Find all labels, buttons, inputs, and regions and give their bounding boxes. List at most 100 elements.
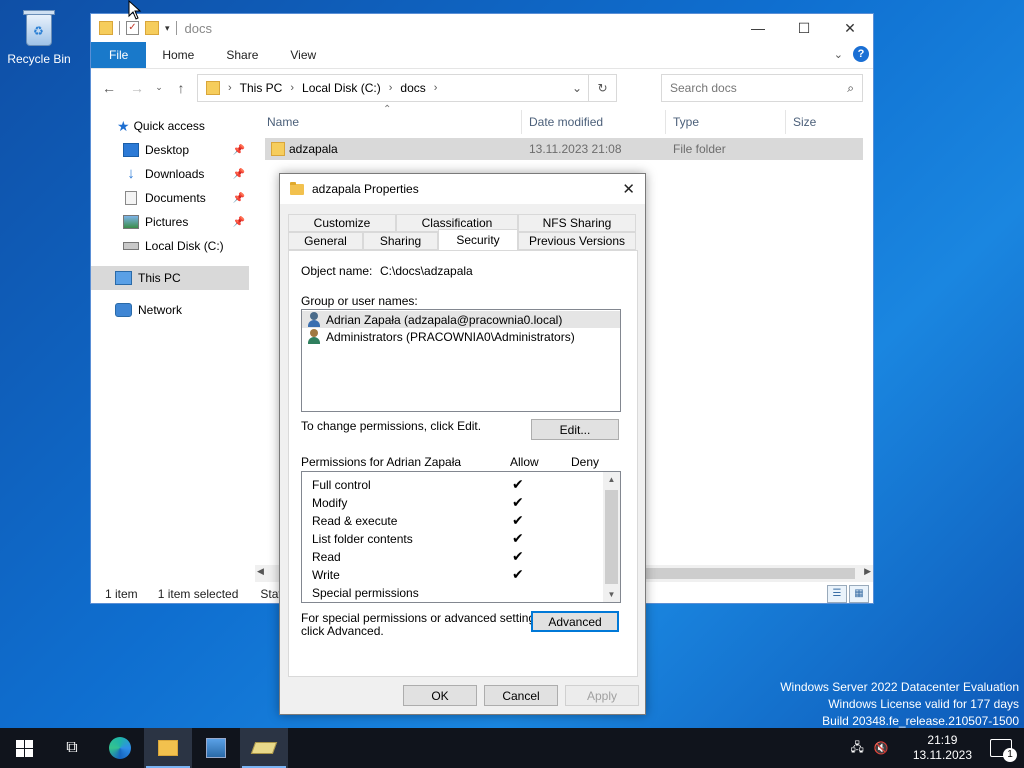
permissions-scrollbar[interactable]: ▲ ▼ (603, 472, 620, 602)
close-button[interactable]: ✕ (827, 14, 873, 42)
properties-dialog: adzapala Properties ✕ Customize Classifi… (279, 173, 646, 715)
tab-home[interactable]: Home (146, 42, 210, 68)
scroll-thumb[interactable] (635, 568, 855, 579)
tab-customize[interactable]: Customize (288, 214, 396, 232)
tab-file[interactable]: File (91, 42, 147, 68)
breadcrumb-this-pc[interactable]: This PC (240, 81, 283, 95)
tab-share[interactable]: Share (210, 42, 274, 68)
column-type[interactable]: Type (673, 115, 699, 129)
chevron-right-icon[interactable]: › (228, 82, 232, 94)
tab-view[interactable]: View (274, 42, 332, 68)
row-type: File folder (673, 142, 726, 156)
tab-previous-versions[interactable]: Previous Versions (518, 232, 636, 250)
server-manager-taskbar-button[interactable] (192, 728, 240, 768)
cancel-button[interactable]: Cancel (484, 685, 558, 706)
pin-icon[interactable]: 📌 (233, 145, 245, 156)
network-tray-icon[interactable]: 🖧 (850, 738, 863, 759)
network-icon (115, 303, 132, 317)
nav-label: Desktop (145, 143, 190, 157)
drive-icon (123, 242, 139, 250)
permission-row: Read ✔ (302, 547, 620, 565)
address-bar[interactable]: › This PC › Local Disk (C:) › docs › ⌄ ↻ (197, 74, 617, 102)
pin-icon[interactable]: 📌 (233, 217, 245, 228)
expand-ribbon-icon[interactable]: ⌄ (834, 48, 843, 61)
taskbar: ⧉ 🖧 🔇 21:19 13.11.2023 1 (0, 728, 1024, 768)
allow-check-icon: ✔ (512, 512, 524, 528)
address-dropdown-icon[interactable]: ⌄ (572, 81, 582, 95)
nav-local-disk[interactable]: Local Disk (C:) (91, 234, 249, 258)
volume-muted-icon[interactable]: 🔇 (874, 741, 889, 755)
pin-icon[interactable]: 📌 (233, 169, 245, 180)
permission-name: Special permissions (312, 586, 419, 600)
large-icons-view-icon[interactable]: ▦ (849, 585, 869, 603)
customize-toolbar-icon[interactable]: ▾ (165, 23, 170, 34)
up-arrow-icon[interactable]: ↑ (167, 80, 195, 96)
tab-nfs-sharing[interactable]: NFS Sharing (518, 214, 636, 232)
nav-desktop[interactable]: Desktop 📌 (91, 138, 249, 162)
search-box[interactable]: Search docs ⌕ (661, 74, 863, 102)
edge-browser-icon (109, 737, 131, 759)
advanced-button[interactable]: Advanced (531, 611, 619, 632)
column-size[interactable]: Size (793, 115, 816, 129)
special-permissions-text: For special permissions or advanced sett… (301, 611, 545, 625)
tab-sharing[interactable]: Sharing (363, 232, 438, 250)
breadcrumb-local-disk[interactable]: Local Disk (C:) (302, 81, 381, 95)
tab-security[interactable]: Security (438, 229, 518, 250)
refresh-icon[interactable]: ↻ (588, 75, 616, 101)
address-row: ← → ⌄ ↑ › This PC › Local Disk (C:) › do… (91, 68, 873, 106)
column-date-modified[interactable]: Date modified (529, 115, 603, 129)
user-list[interactable]: Adrian Zapała (adzapala@pracownia0.local… (301, 309, 621, 412)
dialog-titlebar[interactable]: adzapala Properties ✕ (280, 174, 645, 204)
breadcrumb-docs[interactable]: docs (400, 81, 425, 95)
nav-quick-access[interactable]: ★ Quick access (91, 114, 249, 138)
nav-documents[interactable]: Documents 📌 (91, 186, 249, 210)
minimize-button[interactable]: — (735, 14, 781, 42)
chevron-right-icon[interactable]: › (290, 82, 294, 94)
new-folder-icon[interactable] (145, 21, 159, 35)
nav-pictures[interactable]: Pictures 📌 (91, 210, 249, 234)
back-arrow-icon[interactable]: ← (95, 80, 123, 96)
apply-button[interactable]: Apply (565, 685, 639, 706)
dialog-close-icon[interactable]: ✕ (622, 180, 635, 198)
pin-icon[interactable]: 📌 (233, 193, 245, 204)
nav-network[interactable]: Network (91, 298, 249, 322)
clock[interactable]: 21:19 13.11.2023 (913, 733, 972, 763)
scroll-right-arrow-icon[interactable]: ▶ (864, 566, 871, 577)
details-view-icon[interactable]: ☰ (827, 585, 847, 603)
list-item[interactable]: Administrators (PRACOWNIA0\Administrator… (302, 328, 620, 345)
permission-name: List folder contents (312, 532, 413, 546)
task-view-button[interactable]: ⧉ (48, 728, 96, 768)
help-icon[interactable]: ? (853, 46, 869, 62)
scroll-down-arrow-icon[interactable]: ▼ (603, 590, 620, 599)
edit-button[interactable]: Edit... (531, 419, 619, 440)
column-name[interactable]: Name (267, 115, 299, 129)
properties-taskbar-button[interactable] (240, 728, 288, 768)
tab-general[interactable]: General (288, 232, 363, 250)
permissions-list[interactable]: Full control ✔ Modify ✔ Read & execute ✔ Li… (301, 471, 621, 603)
forward-arrow-icon[interactable]: → (123, 80, 151, 96)
start-button[interactable] (0, 728, 48, 768)
chevron-right-icon[interactable]: › (389, 82, 393, 94)
table-row[interactable]: adzapala 13.11.2023 21:08 File folder (265, 138, 863, 160)
dialog-title: adzapala Properties (312, 182, 419, 196)
edge-button[interactable] (96, 728, 144, 768)
scroll-left-arrow-icon[interactable]: ◀ (257, 566, 264, 577)
explorer-titlebar[interactable]: ✓ ▾ docs — ☐ ✕ (91, 14, 873, 42)
chevron-right-icon[interactable]: › (434, 82, 438, 94)
notification-badge: 1 (1003, 748, 1017, 762)
group-icon (306, 329, 322, 344)
nav-this-pc[interactable]: This PC (91, 266, 249, 290)
maximize-button[interactable]: ☐ (781, 14, 827, 42)
scroll-thumb[interactable] (605, 490, 618, 584)
list-item[interactable]: Adrian Zapała (adzapala@pracownia0.local… (302, 311, 620, 328)
nav-downloads[interactable]: ↓ Downloads 📌 (91, 162, 249, 186)
recycle-bin-label: Recycle Bin (7, 52, 71, 66)
scroll-up-arrow-icon[interactable]: ▲ (603, 475, 620, 484)
recent-locations-icon[interactable]: ⌄ (151, 82, 167, 93)
ok-button[interactable]: OK (403, 685, 477, 706)
file-explorer-taskbar-button[interactable] (144, 728, 192, 768)
notification-center-icon[interactable]: 1 (990, 739, 1017, 762)
permission-row: List folder contents ✔ (302, 529, 620, 547)
recycle-bin[interactable]: ♻ Recycle Bin (4, 8, 74, 66)
properties-icon[interactable]: ✓ (126, 21, 139, 35)
